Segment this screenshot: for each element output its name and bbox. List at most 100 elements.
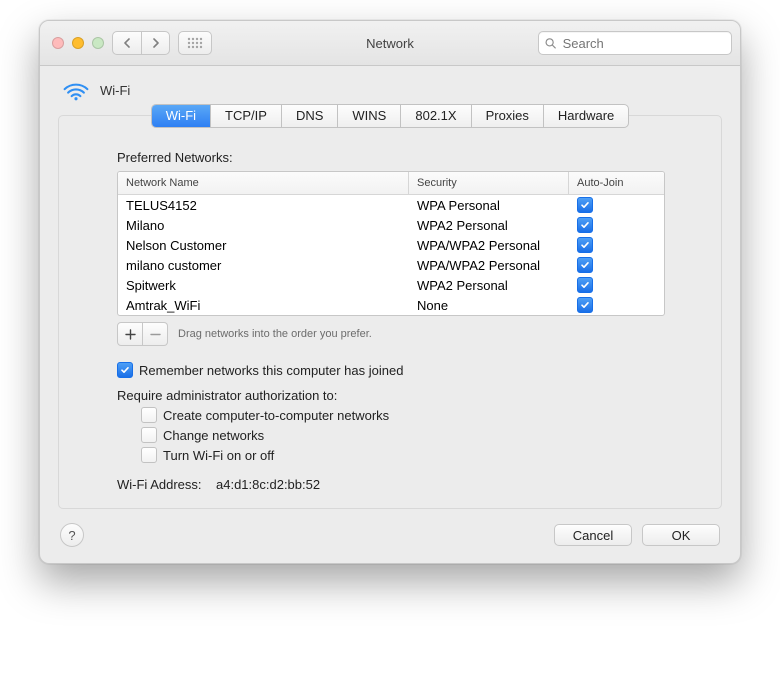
wifi-icon	[62, 78, 90, 102]
show-all-button[interactable]	[178, 31, 212, 55]
minimize-window-button[interactable]	[72, 37, 84, 49]
preferred-networks-table[interactable]: Network Name Security Auto-Join TELUS415…	[117, 171, 665, 316]
wifi-address-value: a4:d1:8c:d2:bb:52	[216, 477, 320, 492]
remove-network-button[interactable]	[143, 322, 168, 346]
bottom-bar: ? Cancel OK	[40, 521, 740, 563]
table-row[interactable]: TELUS4152WPA Personal	[118, 195, 664, 215]
table-row[interactable]: Nelson CustomerWPA/WPA2 Personal	[118, 235, 664, 255]
autojoin-checkbox[interactable]	[577, 237, 593, 253]
remember-networks-row: Remember networks this computer has join…	[117, 362, 663, 378]
col-network-name[interactable]: Network Name	[118, 172, 409, 194]
table-body: TELUS4152WPA PersonalMilanoWPA2 Personal…	[118, 195, 664, 315]
wifi-panel: Preferred Networks: Network Name Securit…	[58, 115, 722, 509]
search-input[interactable]	[561, 35, 725, 52]
cell-network-name: Amtrak_WiFi	[118, 298, 409, 313]
tab-bar: Wi-FiTCP/IPDNSWINS802.1XProxiesHardware	[151, 104, 630, 128]
admin-option-label: Change networks	[163, 428, 264, 443]
checkmark-icon	[580, 200, 590, 210]
plus-icon	[125, 329, 136, 340]
table-row[interactable]: SpitwerkWPA2 Personal	[118, 275, 664, 295]
cell-network-name: Milano	[118, 218, 409, 233]
tab-bar-wrap: Wi-FiTCP/IPDNSWINS802.1XProxiesHardware	[40, 104, 740, 126]
cell-security: None	[409, 298, 569, 313]
autojoin-checkbox[interactable]	[577, 277, 593, 293]
table-row[interactable]: milano customerWPA/WPA2 Personal	[118, 255, 664, 275]
admin-option-checkbox[interactable]	[141, 447, 157, 463]
add-network-button[interactable]	[117, 322, 143, 346]
require-admin-label: Require administrator authorization to:	[117, 388, 663, 403]
admin-option-row: Change networks	[141, 427, 663, 443]
chevron-left-icon	[123, 38, 132, 48]
tab-8021x[interactable]: 802.1X	[400, 105, 470, 127]
checkmark-icon	[580, 240, 590, 250]
admin-option-label: Create computer-to-computer networks	[163, 408, 389, 423]
tab-wins[interactable]: WINS	[337, 105, 400, 127]
window-controls	[52, 37, 104, 49]
cell-autojoin	[569, 277, 664, 293]
admin-option-label: Turn Wi-Fi on or off	[163, 448, 274, 463]
add-remove-bar: Drag networks into the order you prefer.	[117, 322, 663, 346]
cell-network-name: TELUS4152	[118, 198, 409, 213]
help-button[interactable]: ?	[60, 523, 84, 547]
autojoin-checkbox[interactable]	[577, 197, 593, 213]
ok-button[interactable]: OK	[642, 524, 720, 546]
col-security[interactable]: Security	[409, 172, 569, 194]
cell-network-name: Nelson Customer	[118, 238, 409, 253]
nav-back-forward	[112, 31, 170, 55]
minus-icon	[150, 329, 161, 340]
tab-dns[interactable]: DNS	[281, 105, 337, 127]
cell-autojoin	[569, 197, 664, 213]
remember-networks-checkbox[interactable]	[117, 362, 133, 378]
back-button[interactable]	[113, 32, 141, 54]
autojoin-checkbox[interactable]	[577, 297, 593, 313]
cell-security: WPA2 Personal	[409, 278, 569, 293]
cell-autojoin	[569, 217, 664, 233]
cell-security: WPA2 Personal	[409, 218, 569, 233]
preferred-networks-label: Preferred Networks:	[117, 150, 663, 165]
pane-header: Wi-Fi	[40, 66, 740, 104]
search-field[interactable]	[538, 31, 732, 55]
wifi-address-label: Wi-Fi Address:	[117, 477, 202, 492]
wifi-address-row: Wi-Fi Address: a4:d1:8c:d2:bb:52	[117, 477, 663, 492]
table-header: Network Name Security Auto-Join	[118, 172, 664, 195]
admin-option-checkbox[interactable]	[141, 407, 157, 423]
checkmark-icon	[580, 300, 590, 310]
dialog-buttons: Cancel OK	[554, 524, 720, 546]
admin-option-row: Create computer-to-computer networks	[141, 407, 663, 423]
admin-option-row: Turn Wi-Fi on or off	[141, 447, 663, 463]
col-autojoin[interactable]: Auto-Join	[569, 172, 664, 194]
remember-networks-label: Remember networks this computer has join…	[139, 363, 403, 378]
cell-security: WPA/WPA2 Personal	[409, 238, 569, 253]
table-row[interactable]: Amtrak_WiFiNone	[118, 295, 664, 315]
close-window-button[interactable]	[52, 37, 64, 49]
checkmark-icon	[120, 365, 130, 375]
admin-option-checkbox[interactable]	[141, 427, 157, 443]
cancel-button[interactable]: Cancel	[554, 524, 632, 546]
forward-button[interactable]	[141, 32, 169, 54]
network-preferences-window: Network Wi-Fi Wi-FiTCP/IPDNSWINS802.1XPr…	[39, 20, 741, 564]
table-row[interactable]: MilanoWPA2 Personal	[118, 215, 664, 235]
autojoin-checkbox[interactable]	[577, 217, 593, 233]
tab-wifi[interactable]: Wi-Fi	[152, 105, 210, 127]
cell-autojoin	[569, 297, 664, 313]
cell-network-name: Spitwerk	[118, 278, 409, 293]
cell-security: WPA Personal	[409, 198, 569, 213]
search-icon	[545, 37, 557, 50]
cell-network-name: milano customer	[118, 258, 409, 273]
pane-title: Wi-Fi	[100, 83, 130, 98]
cell-autojoin	[569, 257, 664, 273]
checkmark-icon	[580, 220, 590, 230]
tab-tcpip[interactable]: TCP/IP	[210, 105, 281, 127]
checkmark-icon	[580, 260, 590, 270]
options-block: Remember networks this computer has join…	[117, 362, 663, 492]
cell-autojoin	[569, 237, 664, 253]
autojoin-checkbox[interactable]	[577, 257, 593, 273]
chevron-right-icon	[151, 38, 160, 48]
cell-security: WPA/WPA2 Personal	[409, 258, 569, 273]
zoom-window-button[interactable]	[92, 37, 104, 49]
tab-proxies[interactable]: Proxies	[471, 105, 543, 127]
titlebar: Network	[40, 21, 740, 66]
checkmark-icon	[580, 280, 590, 290]
tab-hardware[interactable]: Hardware	[543, 105, 628, 127]
grid-icon	[187, 37, 203, 49]
